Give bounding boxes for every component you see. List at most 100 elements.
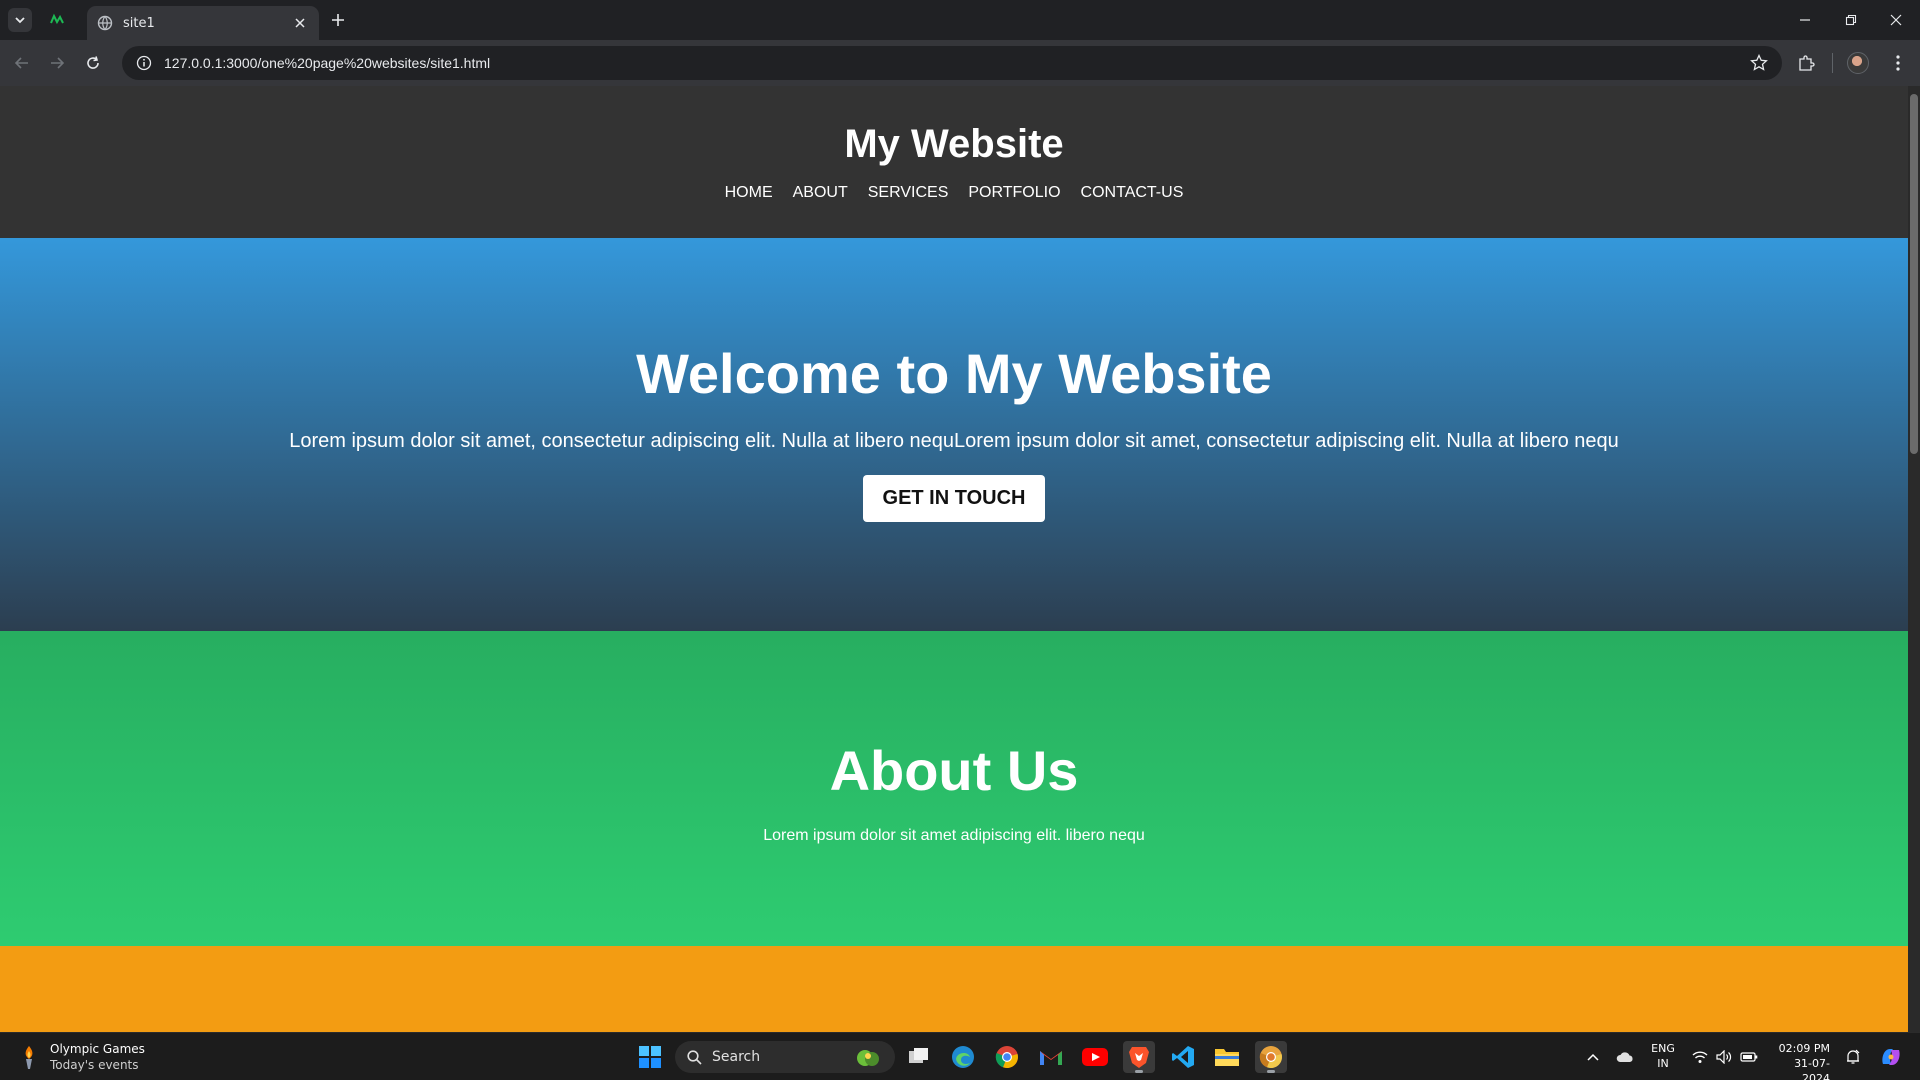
start-button[interactable] <box>634 1041 666 1073</box>
plus-icon <box>332 14 344 26</box>
tab-title: site1 <box>123 15 155 31</box>
speaker-icon <box>1716 1050 1732 1064</box>
taskbar-brave[interactable] <box>1123 1041 1155 1073</box>
about-heading: About Us <box>829 739 1079 802</box>
puzzle-icon <box>1799 55 1815 71</box>
cloud-icon <box>1616 1052 1633 1062</box>
reload-button[interactable] <box>81 51 105 75</box>
copilot-button[interactable] <box>1878 1047 1904 1067</box>
windows-logo-icon <box>639 1046 661 1068</box>
pinned-tab[interactable] <box>46 10 68 30</box>
torch-icon <box>25 1046 33 1069</box>
get-in-touch-button[interactable]: GET IN TOUCH <box>863 475 1045 522</box>
globe-icon <box>97 15 113 31</box>
battery-icon <box>1740 1052 1758 1062</box>
browser-menu-button[interactable] <box>1886 51 1910 75</box>
chrome-canary-icon <box>1259 1046 1282 1069</box>
page-viewport: My Website HOME ABOUT SERVICES PORTFOLIO… <box>0 86 1908 1032</box>
weather-widget[interactable]: Olympic Games Today's events <box>18 1041 145 1073</box>
search-label: Search <box>712 1049 761 1065</box>
hero-heading: Welcome to My Website <box>636 342 1272 405</box>
chevron-up-icon <box>1587 1053 1599 1061</box>
notification-bell-icon <box>1847 1049 1860 1064</box>
minimize-button[interactable] <box>1793 8 1817 32</box>
clock-date: 31-07-2024 <box>1794 1057 1830 1080</box>
profile-button[interactable] <box>1846 51 1870 75</box>
language-indicator[interactable]: ENG IN <box>1648 1041 1678 1071</box>
page-scrollbar[interactable] <box>1908 86 1920 1032</box>
search-icon <box>687 1049 702 1065</box>
taskbar-file-explorer[interactable] <box>1211 1041 1243 1073</box>
url-text[interactable]: 127.0.0.1:3000/one%20page%20websites/sit… <box>164 55 1750 71</box>
browser-tab-bar: site1 <box>0 0 1920 40</box>
notifications-button[interactable] <box>1843 1047 1863 1067</box>
nav-link-services[interactable]: SERVICES <box>868 184 949 202</box>
battery-button[interactable] <box>1739 1047 1759 1067</box>
avatar <box>1847 52 1869 74</box>
chevron-down-icon <box>15 17 25 24</box>
site-header: My Website HOME ABOUT SERVICES PORTFOLIO… <box>0 86 1908 238</box>
taskbar-chrome[interactable] <box>991 1041 1023 1073</box>
edge-icon <box>952 1046 974 1068</box>
back-button[interactable] <box>10 51 34 75</box>
hero-text: Lorem ipsum dolor sit amet, consectetur … <box>289 430 1619 452</box>
language-region: IN <box>1657 1057 1669 1070</box>
forward-button[interactable] <box>45 51 69 75</box>
folder-icon <box>1215 1049 1239 1066</box>
site-title: My Website <box>844 122 1064 166</box>
active-tab[interactable]: site1 <box>87 6 319 40</box>
scrollbar-thumb[interactable] <box>1910 94 1918 454</box>
hero-section: Welcome to My Website Lorem ipsum dolor … <box>0 238 1908 631</box>
pinned-site-icon <box>50 13 64 25</box>
address-bar[interactable]: 127.0.0.1:3000/one%20page%20websites/sit… <box>122 46 1782 80</box>
extensions-button[interactable] <box>1794 51 1818 75</box>
about-text: Lorem ipsum dolor sit amet adipiscing el… <box>763 827 1145 844</box>
youtube-icon <box>1082 1048 1108 1066</box>
about-section: About Us Lorem ipsum dolor sit amet adip… <box>0 631 1908 946</box>
taskbar-youtube[interactable] <box>1079 1041 1111 1073</box>
task-view-button[interactable] <box>903 1041 935 1073</box>
clock[interactable]: 02:09 PM 31-07-2024 <box>1772 1041 1830 1080</box>
site-nav: HOME ABOUT SERVICES PORTFOLIO CONTACT-US <box>0 184 1908 202</box>
site-info-icon[interactable] <box>136 55 152 71</box>
onedrive-button[interactable] <box>1615 1047 1635 1067</box>
nav-link-contact[interactable]: CONTACT-US <box>1081 184 1184 202</box>
taskbar-chrome-active[interactable] <box>1255 1041 1287 1073</box>
restore-button[interactable] <box>1839 8 1863 32</box>
new-tab-button[interactable] <box>327 9 349 31</box>
nav-link-about[interactable]: ABOUT <box>793 184 848 202</box>
toolbar-divider <box>1832 53 1833 73</box>
nav-link-portfolio[interactable]: PORTFOLIO <box>968 184 1060 202</box>
task-view-icon <box>909 1048 928 1063</box>
brave-icon <box>1129 1047 1149 1068</box>
arrow-left-icon <box>14 57 28 69</box>
star-icon[interactable] <box>1750 54 1768 72</box>
arrow-right-icon <box>51 57 65 69</box>
taskbar: Olympic Games Today's events Search ENG … <box>0 1032 1920 1080</box>
tab-search-button[interactable] <box>8 8 32 32</box>
taskbar-edge[interactable] <box>947 1041 979 1073</box>
widget-title: Olympic Games <box>50 1042 145 1056</box>
next-section <box>0 946 1908 1032</box>
widget-subtitle: Today's events <box>50 1058 139 1072</box>
copilot-icon <box>1882 1049 1900 1065</box>
olympics-search-art-icon <box>857 1050 879 1066</box>
taskbar-search[interactable]: Search <box>675 1041 895 1073</box>
reload-icon <box>87 56 99 69</box>
wifi-button[interactable] <box>1690 1047 1710 1067</box>
close-window-button[interactable] <box>1884 8 1908 32</box>
wifi-icon <box>1692 1051 1708 1063</box>
language-code: ENG <box>1651 1042 1675 1055</box>
nav-link-home[interactable]: HOME <box>725 184 773 202</box>
tab-close-button[interactable] <box>291 14 309 32</box>
chrome-icon <box>995 1046 1018 1069</box>
taskbar-gmail[interactable] <box>1035 1041 1067 1073</box>
show-hidden-icons-button[interactable] <box>1583 1047 1603 1067</box>
vscode-icon <box>1172 1046 1194 1068</box>
close-icon <box>1890 14 1902 26</box>
taskbar-vscode[interactable] <box>1167 1041 1199 1073</box>
volume-button[interactable] <box>1714 1047 1734 1067</box>
restore-icon <box>1845 14 1857 26</box>
gmail-icon <box>1040 1051 1062 1065</box>
minimize-icon <box>1800 19 1810 21</box>
